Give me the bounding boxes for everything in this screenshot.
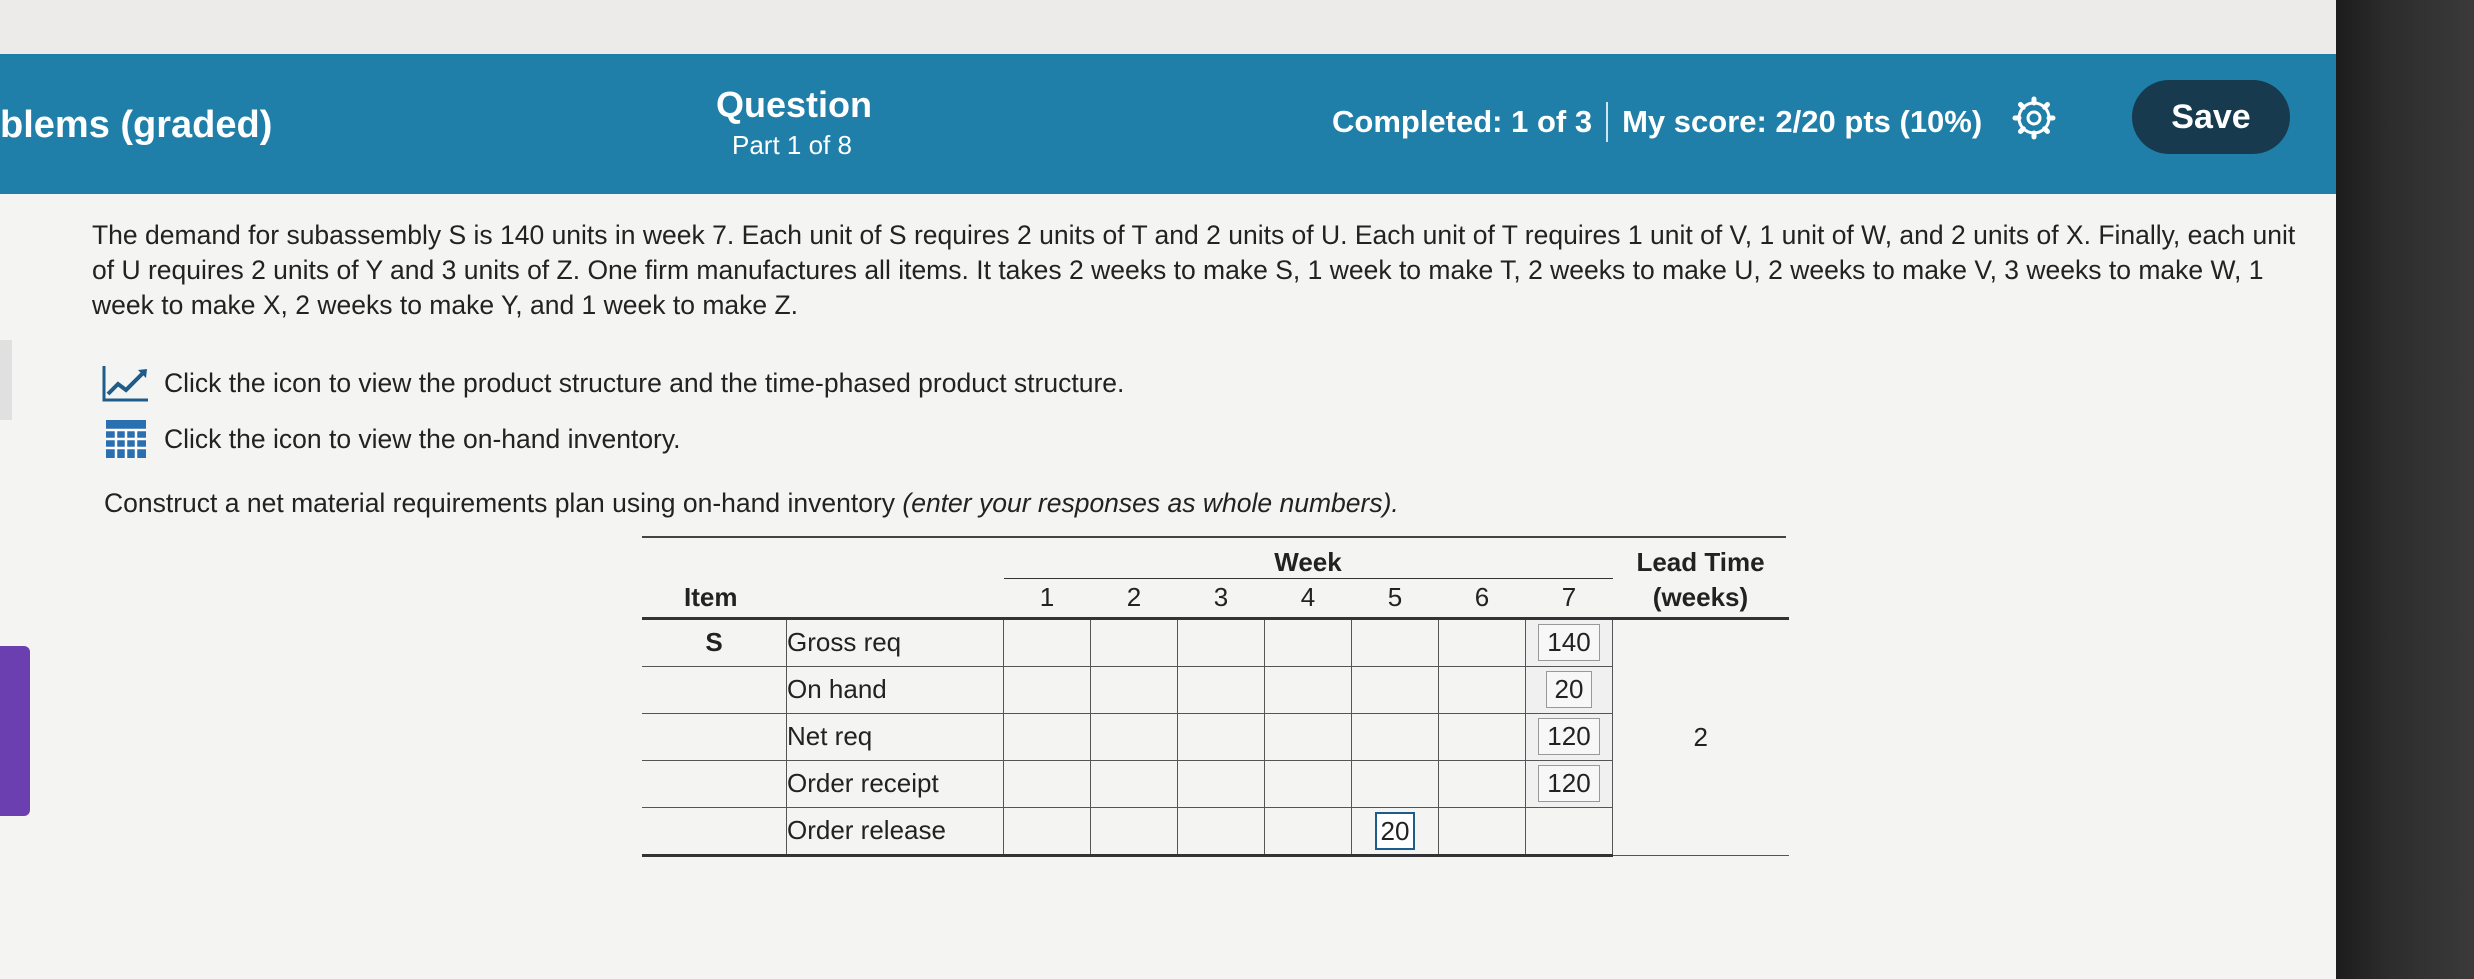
side-help-tab[interactable] bbox=[0, 646, 30, 816]
week-cell bbox=[1177, 617, 1265, 667]
week-cell bbox=[1438, 712, 1526, 761]
order-release-input[interactable]: 20 bbox=[1375, 811, 1415, 850]
week-cell bbox=[1351, 617, 1439, 667]
lead-time-header: Lead Time bbox=[1636, 547, 1765, 577]
week-cell: 140 bbox=[1525, 617, 1613, 667]
week-cell: 20 bbox=[1525, 665, 1613, 714]
screen-bezel bbox=[2336, 0, 2474, 979]
course-title: blems (graded) bbox=[0, 104, 273, 146]
problem-statement: The demand for subassembly S is 140 unit… bbox=[92, 220, 2296, 320]
side-tab[interactable] bbox=[0, 340, 12, 420]
week-cell bbox=[1177, 665, 1265, 714]
instruction: Construct a net material requirements pl… bbox=[104, 488, 1399, 519]
row-label: Order release bbox=[786, 807, 1004, 857]
week-cell[interactable] bbox=[1438, 806, 1526, 857]
row-label: Net req bbox=[786, 713, 1004, 761]
gross-req-value: 140 bbox=[1538, 624, 1600, 661]
item-cell bbox=[642, 807, 787, 857]
week-cell: 120 bbox=[1525, 712, 1613, 761]
week-cell bbox=[1090, 617, 1178, 667]
table-icon[interactable] bbox=[100, 418, 150, 460]
item-cell bbox=[642, 713, 787, 761]
week-cell[interactable] bbox=[1525, 806, 1613, 857]
gear-icon[interactable] bbox=[2012, 96, 2056, 140]
instruction-text: Construct a net material requirements pl… bbox=[104, 488, 903, 518]
week-cell bbox=[1090, 665, 1178, 714]
week-cell bbox=[1003, 712, 1091, 761]
week-cell bbox=[1003, 759, 1091, 808]
on-hand-value: 20 bbox=[1545, 671, 1593, 708]
progress-status: Completed: 1 of 3 My score: 2/20 pts (10… bbox=[1332, 102, 1982, 142]
week-header: Week bbox=[1003, 536, 1613, 579]
week-cell bbox=[1003, 665, 1091, 714]
week-col: 4 bbox=[1264, 578, 1352, 620]
week-cell[interactable] bbox=[1264, 806, 1352, 857]
instruction-note: (enter your responses as whole numbers). bbox=[902, 488, 1399, 518]
week-cell bbox=[1351, 759, 1439, 808]
week-cell[interactable] bbox=[1090, 806, 1178, 857]
chart-icon[interactable] bbox=[100, 362, 150, 404]
week-cell bbox=[1264, 712, 1352, 761]
week-cell bbox=[1351, 665, 1439, 714]
row-label: Gross req bbox=[786, 618, 1004, 667]
product-structure-link[interactable]: Click the icon to view the product struc… bbox=[100, 362, 1124, 404]
week-cell bbox=[1351, 712, 1439, 761]
divider bbox=[1606, 102, 1609, 142]
completed-count: Completed: 1 of 3 bbox=[1332, 104, 1593, 139]
week-cell bbox=[1264, 617, 1352, 667]
week-col: 6 bbox=[1438, 578, 1526, 620]
week-cell bbox=[1177, 712, 1265, 761]
week-cell bbox=[1438, 665, 1526, 714]
week-cell bbox=[1438, 617, 1526, 667]
week-cell: 120 bbox=[1525, 759, 1613, 808]
lead-time-unit: (weeks) bbox=[1612, 578, 1789, 620]
week-col: 2 bbox=[1090, 578, 1178, 620]
week-cell[interactable] bbox=[1177, 806, 1265, 857]
inventory-link[interactable]: Click the icon to view the on-hand inven… bbox=[100, 418, 681, 460]
my-score: My score: 2/20 pts (10%) bbox=[1622, 104, 1983, 139]
item-cell: S bbox=[642, 618, 787, 667]
item-cell bbox=[642, 760, 787, 808]
net-req-value: 120 bbox=[1538, 718, 1600, 755]
week-cell bbox=[1264, 759, 1352, 808]
week-cell[interactable]: 20 bbox=[1351, 806, 1439, 857]
order-receipt-value: 120 bbox=[1538, 765, 1600, 802]
week-col: 1 bbox=[1003, 578, 1091, 620]
week-cell bbox=[1003, 617, 1091, 667]
week-cell bbox=[1438, 759, 1526, 808]
part-label: Part 1 of 8 bbox=[732, 130, 852, 160]
inventory-link-text[interactable]: Click the icon to view the on-hand inven… bbox=[164, 424, 681, 455]
table-row: S Gross req 140 2 bbox=[642, 617, 1789, 856]
lead-time-value: 2 bbox=[1612, 618, 1789, 856]
product-structure-link-text[interactable]: Click the icon to view the product struc… bbox=[164, 368, 1124, 399]
top-strip bbox=[0, 0, 2474, 54]
row-label: On hand bbox=[786, 666, 1004, 714]
week-col: 3 bbox=[1177, 578, 1265, 620]
week-cell bbox=[1090, 759, 1178, 808]
week-cell[interactable] bbox=[1003, 806, 1091, 857]
week-cell bbox=[1177, 759, 1265, 808]
mrp-table: Item Week Lead Time 1 2 3 4 5 6 7 (weeks… bbox=[642, 536, 1789, 857]
item-header: Item bbox=[642, 536, 1004, 620]
week-col: 5 bbox=[1351, 578, 1439, 620]
week-cell bbox=[1264, 665, 1352, 714]
week-col: 7 bbox=[1525, 578, 1613, 620]
save-button[interactable]: Save bbox=[2132, 80, 2290, 154]
item-cell bbox=[642, 666, 787, 714]
question-header: blems (graded) Question Part 1 of 8 Comp… bbox=[0, 54, 2336, 194]
question-label: Question bbox=[716, 84, 873, 125]
row-label: Order receipt bbox=[786, 760, 1004, 808]
week-cell bbox=[1090, 712, 1178, 761]
